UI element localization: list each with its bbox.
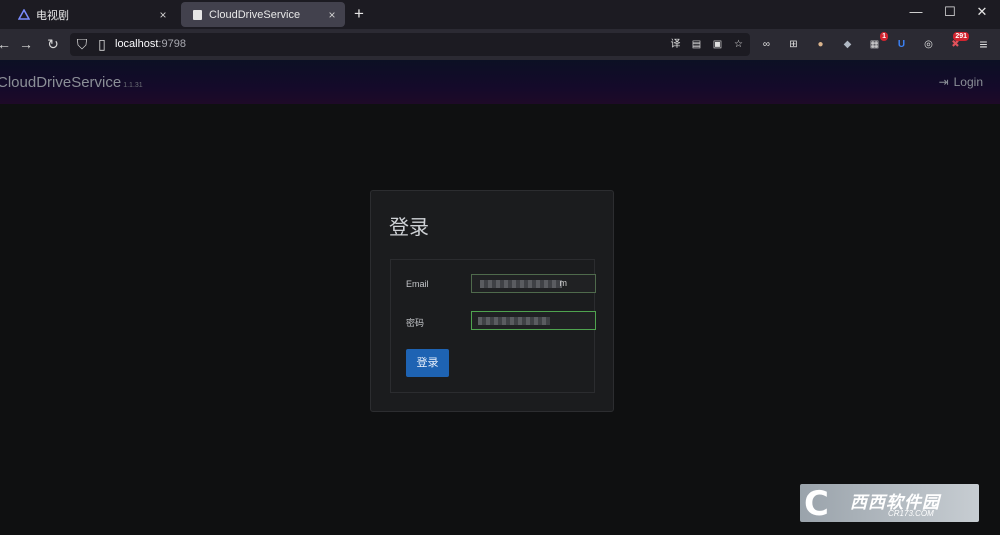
app-header: CloudDriveService 1.1.31 ⇥ Login bbox=[0, 60, 1000, 104]
badge-ext-glyph: ▦ bbox=[869, 39, 880, 50]
card-title: 登录 bbox=[389, 217, 429, 239]
address-bar[interactable]: ⛉ ▯ localhost:9798 bbox=[70, 33, 750, 56]
shield-icon[interactable]: ⛉ bbox=[74, 36, 90, 52]
site-watermark: C 西西软件园 CR173.COM bbox=[800, 484, 979, 522]
tab-label: 电视剧 bbox=[36, 9, 69, 22]
new-tab-button[interactable]: + bbox=[354, 4, 364, 24]
login-label: Login bbox=[953, 75, 983, 89]
ninja-ext-icon[interactable]: ◆ bbox=[840, 37, 855, 52]
login-arrow-icon: ⇥ bbox=[938, 75, 949, 89]
back-button[interactable]: ← bbox=[0, 36, 12, 52]
tab-close-icon[interactable]: × bbox=[323, 8, 341, 22]
app-brand[interactable]: CloudDriveService 1.1.31 bbox=[0, 74, 143, 91]
page-info-icon[interactable]: ▯ bbox=[94, 36, 110, 52]
email-value-tail: m bbox=[559, 278, 568, 288]
ublock-ext-icon[interactable]: ✖ 291 bbox=[948, 32, 969, 52]
header-login-link[interactable]: ⇥ Login bbox=[939, 75, 983, 89]
tab-clouddriveservice[interactable]: CloudDriveService × bbox=[181, 2, 345, 27]
url-text: localhost:9798 bbox=[115, 38, 186, 50]
login-form: Email m 密码 登录 bbox=[390, 259, 596, 393]
forward-button[interactable]: → bbox=[18, 36, 34, 52]
minimize-button[interactable]: — bbox=[906, 4, 926, 19]
magnet-ext-icon[interactable]: U bbox=[894, 37, 909, 52]
ext-badge-count: 291 bbox=[953, 32, 969, 41]
email-label: Email bbox=[406, 279, 429, 289]
app-version: 1.1.31 bbox=[123, 82, 143, 89]
grid-ext-icon[interactable]: ⊞ bbox=[786, 37, 801, 52]
reader-icon[interactable]: ▤ bbox=[689, 37, 704, 52]
login-card: 登录 Email m 密码 登录 bbox=[370, 190, 614, 412]
redacted-text bbox=[480, 280, 562, 288]
browser-tab-strip: 电视剧 × CloudDriveService × + — ☐ ✕ bbox=[0, 0, 1000, 29]
brand-name: CloudDriveService bbox=[0, 74, 122, 91]
page-icon bbox=[191, 9, 203, 21]
maximize-button[interactable]: ☐ bbox=[940, 4, 960, 20]
browser-nav-bar: ← → ↻ ⛉ ▯ localhost:9798 译 ▤ ▣ ☆ ∞ ⊞ ● ◆… bbox=[0, 29, 1000, 60]
menu-icon[interactable]: ≡ bbox=[976, 37, 991, 52]
close-window-button[interactable]: ✕ bbox=[972, 4, 992, 20]
bookmark-star-icon[interactable]: ☆ bbox=[731, 37, 746, 52]
tab-close-icon[interactable]: × bbox=[154, 8, 172, 22]
url-port: :9798 bbox=[158, 38, 186, 50]
watermark-logo: C bbox=[804, 484, 829, 522]
password-field[interactable] bbox=[471, 311, 596, 330]
tab-tv-series[interactable]: 电视剧 × bbox=[8, 2, 176, 27]
translate-icon[interactable]: 译 bbox=[668, 37, 683, 52]
ext-badge-count: 1 bbox=[880, 32, 888, 41]
screenshot-icon[interactable]: ▣ bbox=[710, 37, 725, 52]
badge-ext-icon[interactable]: ▦ 1 bbox=[867, 32, 888, 52]
login-submit-button[interactable]: 登录 bbox=[406, 349, 449, 377]
circle-ext-icon[interactable]: ◎ bbox=[921, 37, 936, 52]
avatar-ext-icon[interactable]: ● bbox=[813, 37, 828, 52]
infinity-icon[interactable]: ∞ bbox=[759, 37, 774, 52]
url-host: localhost bbox=[115, 38, 159, 50]
email-field[interactable]: m bbox=[471, 274, 596, 293]
password-label: 密码 bbox=[406, 318, 425, 328]
triangle-logo-icon bbox=[18, 8, 30, 21]
reload-button[interactable]: ↻ bbox=[45, 36, 61, 52]
tab-label: CloudDriveService bbox=[209, 8, 301, 21]
watermark-site: CR173.COM bbox=[888, 509, 934, 518]
masked-password bbox=[478, 317, 550, 325]
